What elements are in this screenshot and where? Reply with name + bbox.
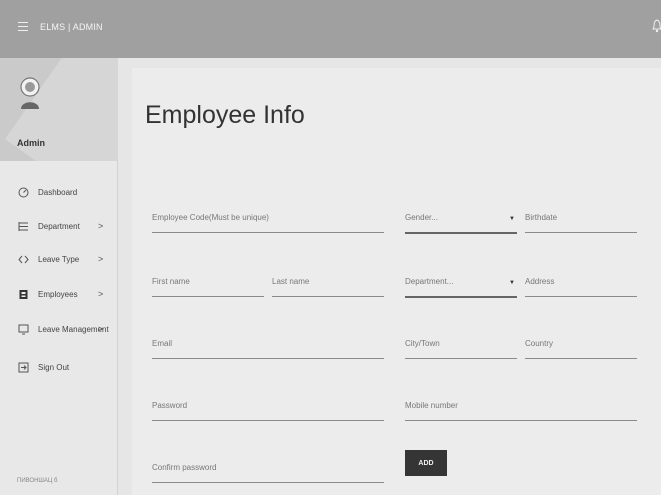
employee-code-field[interactable]: Employee Code(Must be unique)	[152, 213, 384, 233]
first-name-field[interactable]: First name	[152, 277, 264, 297]
address-placeholder: Address	[525, 277, 555, 286]
dropdown-caret-icon: ▼	[509, 280, 515, 286]
sidebar-item-label: Department	[38, 222, 80, 231]
profile-panel: Admin	[0, 58, 118, 161]
department-select[interactable]: Department... ▼	[405, 277, 517, 298]
password-field[interactable]: Password	[152, 401, 384, 421]
email-placeholder: Email	[152, 339, 173, 348]
page-title: Employee Info	[145, 101, 305, 129]
city-placeholder: City/Town	[405, 339, 440, 348]
chevron-right-icon: >	[98, 254, 104, 264]
department-placeholder: Department...	[405, 277, 454, 286]
chevron-right-icon: >	[98, 221, 104, 231]
list-icon	[18, 222, 28, 231]
sidebar: Admin Dashboard Department > Leave Type …	[0, 58, 118, 495]
sidebar-item-sign-out[interactable]: Sign Out	[0, 358, 118, 378]
last-name-placeholder: Last name	[272, 277, 310, 286]
sidebar-item-label: Sign Out	[38, 363, 70, 372]
hamburger-menu-icon[interactable]	[18, 22, 28, 32]
sidebar-item-label: Leave Type	[38, 255, 80, 264]
mobile-number-placeholder: Mobile number	[405, 401, 458, 410]
email-field[interactable]: Email	[152, 339, 384, 359]
app-brand: ELMS | ADMIN	[40, 22, 103, 32]
sidebar-item-department[interactable]: Department >	[0, 217, 118, 237]
birthdate-placeholder: Birthdate	[525, 213, 558, 222]
gender-select[interactable]: Gender... ▼	[405, 213, 517, 234]
sidebar-footer: ПИВОНШАЦ б	[17, 478, 58, 484]
address-field[interactable]: Address	[525, 277, 637, 297]
employee-card-icon	[19, 290, 28, 299]
desktop-icon	[18, 324, 29, 335]
top-app-bar: ELMS | ADMIN	[0, 0, 661, 58]
dashboard-icon	[18, 187, 29, 198]
dropdown-caret-icon: ▼	[509, 216, 515, 222]
confirm-password-field[interactable]: Confirm password	[152, 463, 384, 483]
country-field[interactable]: Country	[525, 339, 637, 359]
code-icon	[18, 255, 29, 264]
sidebar-item-label: Employees	[38, 290, 78, 299]
sidebar-item-employees[interactable]: Employees >	[0, 285, 118, 305]
first-name-placeholder: First name	[152, 277, 190, 286]
sign-out-icon	[18, 362, 29, 373]
sidebar-item-dashboard[interactable]: Dashboard	[0, 183, 118, 203]
sidebar-item-label: Dashboard	[38, 188, 78, 197]
confirm-password-placeholder: Confirm password	[152, 463, 217, 472]
chevron-right-icon: >	[98, 289, 104, 299]
employee-code-placeholder: Employee Code(Must be unique)	[152, 213, 269, 222]
add-button[interactable]: ADD	[405, 450, 447, 476]
password-placeholder: Password	[152, 401, 188, 410]
gender-placeholder: Gender...	[405, 213, 438, 222]
avatar	[20, 77, 40, 109]
sidebar-item-leave-management[interactable]: Leave Management >	[0, 320, 118, 340]
sidebar-item-leave-type[interactable]: Leave Type >	[0, 250, 118, 270]
city-field[interactable]: City/Town	[405, 339, 517, 359]
chevron-right-icon: >	[98, 324, 104, 334]
last-name-field[interactable]: Last name	[272, 277, 384, 297]
country-placeholder: Country	[525, 339, 554, 348]
notification-bell-icon[interactable]	[652, 18, 661, 34]
mobile-number-field[interactable]: Mobile number	[405, 401, 637, 421]
birthdate-field[interactable]: Birthdate	[525, 213, 637, 233]
profile-name: Admin	[17, 138, 45, 148]
